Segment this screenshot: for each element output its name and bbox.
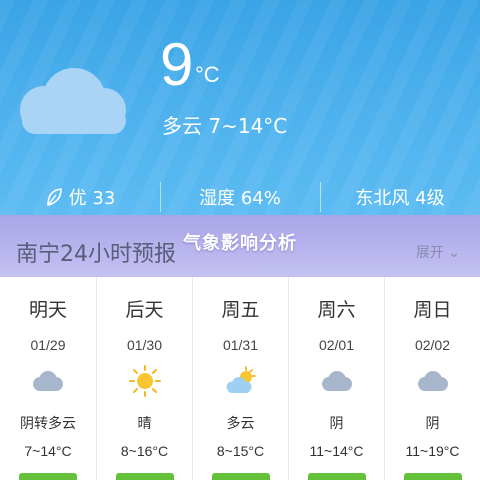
forecast-temp: 11~14°C <box>309 443 364 459</box>
forecast-temp: 7~14°C <box>24 443 72 459</box>
current-condition: 多云 7~14°C <box>162 114 288 138</box>
cloud-icon <box>418 371 448 391</box>
forecast-condition: 阴转多云 <box>20 416 76 432</box>
forecast-date: 01/31 <box>222 337 259 353</box>
partly-cloudy-icon <box>226 366 256 393</box>
temperature-unit: °C <box>195 62 220 87</box>
forecast-temp: 8~15°C <box>216 443 265 459</box>
cloud-icon <box>33 371 63 391</box>
cloud-moon-icon <box>20 38 132 134</box>
forecast-day-card[interactable]: 后天 01/30 晴 8~16°C <box>96 277 192 480</box>
weather-stats-bar: 优 33 湿度 64% 东北风 4级 <box>0 180 480 214</box>
aqi-badge <box>308 473 366 480</box>
forecast-date: 01/30 <box>126 337 163 353</box>
air-quality-label: 优 33 <box>68 188 116 209</box>
forecast-day-card[interactable]: 周五 01/31 多云 8~15°C <box>192 277 288 480</box>
current-weather-panel: 9 °C 多云 7~14°C 优 33 湿度 64% 东北风 4级 <box>0 0 480 215</box>
forecast-date: 01/29 <box>30 337 66 353</box>
overlay-title: 气象影响分析 <box>183 233 297 254</box>
forecast-day: 后天 <box>125 299 164 321</box>
forecast-day: 周六 <box>317 299 356 321</box>
humidity-stat: 湿度 64% <box>160 182 320 212</box>
forecast-day-card[interactable]: 明天 01/29 阴转多云 7~14°C <box>0 277 96 480</box>
forecast-condition: 阴 <box>329 416 344 432</box>
wind-label: 东北风 4级 <box>355 188 445 209</box>
forecast-condition: 多云 <box>226 416 255 432</box>
forecast-temp: 11~19°C <box>405 443 460 459</box>
forecast-cards: 明天 01/29 阴转多云 7~14°C 后天 01/30 晴 8~16°C 周… <box>0 277 480 480</box>
aqi-badge <box>212 473 270 480</box>
sun-icon <box>129 365 161 397</box>
forecast-day: 明天 <box>28 299 67 321</box>
humidity-label: 湿度 64% <box>199 188 281 209</box>
air-quality-stat[interactable]: 优 33 <box>0 184 160 210</box>
current-temperature: 9 <box>160 31 194 98</box>
forecast-day-card[interactable]: 周日 02/02 阴 11~19°C <box>384 277 480 480</box>
forecast-day: 周五 <box>221 299 260 321</box>
forecast-date: 02/02 <box>414 337 451 353</box>
aqi-badge <box>404 473 462 480</box>
aqi-badge <box>19 473 77 480</box>
forecast-condition: 阴 <box>425 416 440 432</box>
aqi-badge <box>116 473 174 480</box>
forecast-condition: 晴 <box>137 416 152 432</box>
forecast-temp: 8~16°C <box>120 443 169 459</box>
wind-stat: 东北风 4级 <box>320 182 480 212</box>
forecast-day-card[interactable]: 周六 02/01 阴 11~14°C <box>288 277 384 480</box>
forecast-date: 02/01 <box>318 337 355 353</box>
forecast-day: 周日 <box>413 299 452 321</box>
cloud-icon <box>322 371 352 391</box>
leaf-icon <box>46 188 62 207</box>
